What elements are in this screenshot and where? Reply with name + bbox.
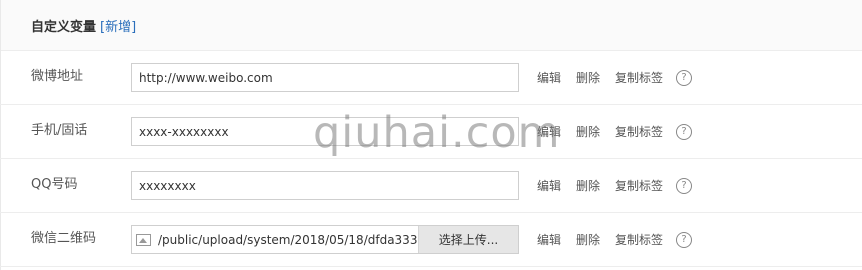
delete-button[interactable]: 删除: [576, 123, 600, 140]
add-variable-link[interactable]: [新增]: [100, 16, 136, 35]
row-actions: 编辑 删除 复制标签 ?: [537, 123, 693, 140]
row-actions: 编辑 删除 复制标签 ?: [537, 177, 693, 194]
copy-tag-button[interactable]: 复制标签: [615, 177, 663, 194]
choose-upload-button[interactable]: 选择上传...: [418, 226, 518, 253]
help-icon[interactable]: ?: [676, 231, 693, 248]
delete-button[interactable]: 删除: [576, 177, 600, 194]
delete-button[interactable]: 删除: [576, 69, 600, 86]
input-value: xxxxxxxx: [139, 178, 196, 193]
edit-button[interactable]: 编辑: [537, 231, 561, 248]
variable-row-wechat-qrcode: 微信二维码 /public/upload/system/2018/05/18/d…: [0, 213, 862, 267]
variable-row-phone: 手机/固话 xxxx-xxxxxxxx 编辑 删除 复制标签 ?: [0, 105, 862, 159]
row-actions: 编辑 删除 复制标签 ?: [537, 69, 693, 86]
variable-label: QQ号码: [31, 177, 78, 192]
panel-header: 自定义变量 [新增]: [0, 0, 862, 51]
variable-row-qq: QQ号码 xxxxxxxx 编辑 删除 复制标签 ?: [0, 159, 862, 213]
image-icon: [136, 233, 151, 246]
phone-input[interactable]: xxxx-xxxxxxxx: [131, 117, 519, 146]
row-actions: 编辑 删除 复制标签 ?: [537, 231, 693, 248]
custom-variables-panel: 自定义变量 [新增] 微博地址 http://www.weibo.com 编辑 …: [0, 0, 862, 270]
qq-input[interactable]: xxxxxxxx: [131, 171, 519, 200]
copy-tag-button[interactable]: 复制标签: [615, 123, 663, 140]
upload-path-value: /public/upload/system/2018/05/18/dfda333…: [158, 232, 418, 247]
input-value: http://www.weibo.com: [139, 70, 273, 85]
variable-label: 微博地址: [31, 69, 84, 84]
weibo-url-input[interactable]: http://www.weibo.com: [131, 63, 519, 92]
edit-button[interactable]: 编辑: [537, 69, 561, 86]
delete-button[interactable]: 删除: [576, 231, 600, 248]
qrcode-upload-field[interactable]: /public/upload/system/2018/05/18/dfda333…: [131, 225, 519, 254]
edit-button[interactable]: 编辑: [537, 177, 561, 194]
copy-tag-button[interactable]: 复制标签: [615, 69, 663, 86]
copy-tag-button[interactable]: 复制标签: [615, 231, 663, 248]
panel-title: 自定义变量: [31, 19, 97, 35]
help-icon[interactable]: ?: [676, 123, 693, 140]
edit-button[interactable]: 编辑: [537, 123, 561, 140]
variable-label: 手机/固话: [31, 123, 88, 138]
variable-label: 微信二维码: [31, 231, 97, 246]
help-icon[interactable]: ?: [676, 177, 693, 194]
variable-row-weibo: 微博地址 http://www.weibo.com 编辑 删除 复制标签 ?: [0, 51, 862, 105]
input-value: xxxx-xxxxxxxx: [139, 124, 229, 139]
help-icon[interactable]: ?: [676, 69, 693, 86]
